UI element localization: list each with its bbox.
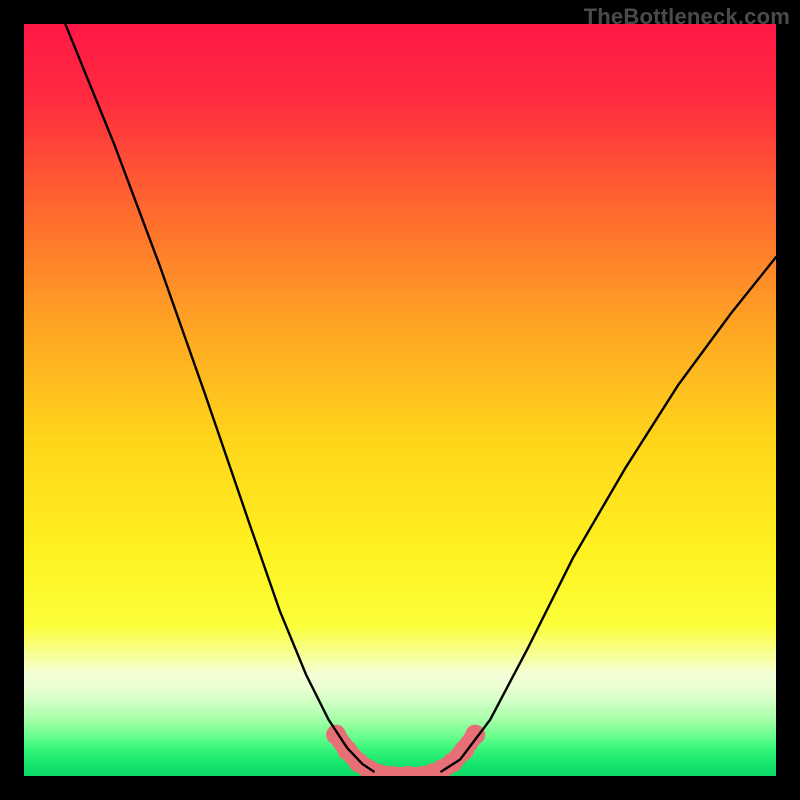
right-curve-line <box>441 257 776 771</box>
watermark-text: TheBottleneck.com <box>584 4 790 30</box>
left-curve-line <box>65 24 373 771</box>
plot-area <box>24 24 776 776</box>
curves-layer <box>24 24 776 776</box>
chart-frame: TheBottleneck.com <box>0 0 800 800</box>
